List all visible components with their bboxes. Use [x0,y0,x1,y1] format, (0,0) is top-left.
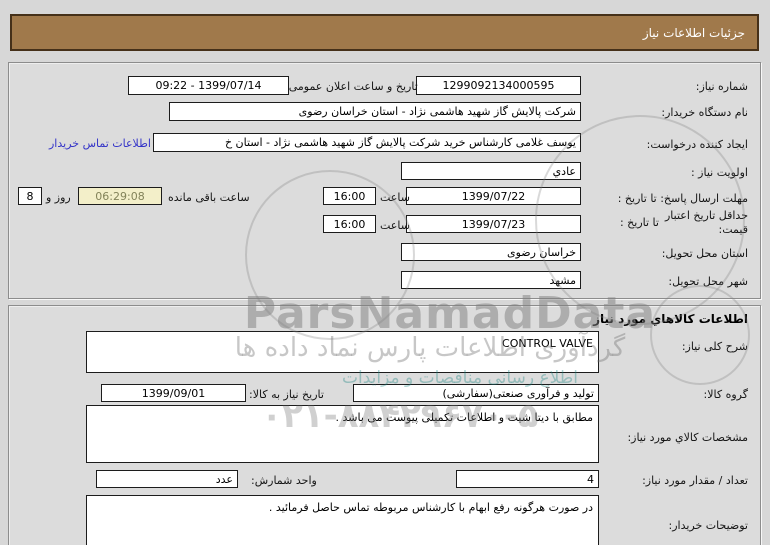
general-description-label: شرح کلی نیاز: [681,340,748,353]
deadline-time-field[interactable]: 16:00 [323,187,376,205]
deadline-label: مهلت ارسال پاسخ: تا تاریخ : [617,192,748,205]
province-label: استان محل تحویل: [661,247,748,260]
quantity-field[interactable]: 4 [456,470,599,488]
buyer-org-label: نام دستگاه خریدار: [661,106,748,119]
general-description-field[interactable]: CONTROL VALVE [86,331,599,373]
countdown-timer: 06:29:08 [78,187,162,205]
announce-datetime-label: تاریخ و ساعت اعلان عمومی: [285,80,418,93]
price-validity-label: حداقل تاریخ اعتبار قیمت: تا تاریخ : [620,209,748,237]
quantity-label: تعداد / مقدار مورد نیاز: [642,474,748,487]
buyer-contact-link[interactable]: اطلاعات تماس خریدار [49,137,151,150]
deadline-hour-label: ساعت [380,191,410,204]
province-field[interactable]: خراسان رضوی [401,243,581,261]
need-date-label: تاریخ نیاز به کالا: [249,388,324,401]
buyer-notes-label: توضیحات خریدار: [668,519,749,532]
priority-field[interactable]: عادي [401,162,581,180]
price-validity-hour-label: ساعت [380,219,410,232]
specs-label: مشخصات کالاي مورد نیاز: [627,431,748,444]
need-number-label: شماره نیاز: [695,80,748,93]
price-validity-label-main: حداقل تاریخ اعتبار قیمت: [664,209,748,236]
goods-group-label: گروه کالا: [703,388,748,401]
goods-section-header: اطلاعات کالاهاي مورد نیاز [593,312,748,326]
title-bar: جزئیات اطلاعات نیاز [10,14,759,51]
need-info-panel: شماره نیاز: نام دستگاه خریدار: ایجاد کنن… [8,62,761,299]
goods-info-panel: اطلاعات کالاهاي مورد نیاز شرح کلی نیاز: … [8,305,761,545]
creator-label: ایجاد کننده درخواست: [646,138,748,151]
page-title: جزئیات اطلاعات نیاز [642,25,745,40]
goods-group-field[interactable]: تولید و فرآوری صنعتی(سفارشی) [353,384,599,402]
count-unit-label: واحد شمارش: [251,474,317,487]
need-details-page: جزئیات اطلاعات نیاز شماره نیاز: نام دستگ… [0,0,770,545]
price-validity-until-label: تا تاریخ : [619,216,659,229]
priority-label: اولویت نیاز : [690,166,748,179]
city-field[interactable]: مشهد [401,271,581,289]
creator-field[interactable]: یوسف غلامی کارشناس خرید شرکت پالایش گاز … [153,133,581,152]
need-number-field[interactable]: 1299092134000595 [416,76,581,95]
need-date-field[interactable]: 1399/09/01 [101,384,246,402]
remaining-days-field[interactable]: 8 [18,187,42,205]
days-and-label: روز و [46,191,71,204]
deadline-date-field[interactable]: 1399/07/22 [406,187,581,205]
count-unit-field[interactable]: عدد [96,470,238,488]
hours-remaining-label: ساعت باقی مانده [168,191,250,204]
price-validity-time-field[interactable]: 16:00 [323,215,376,233]
city-label: شهر محل تحویل: [668,275,748,288]
price-validity-date-field[interactable]: 1399/07/23 [406,215,581,233]
buyer-notes-field[interactable]: در صورت هرگونه رفع ابهام با کارشناس مربو… [86,495,599,545]
announce-datetime-field[interactable]: 09:22 - 1399/07/14 [128,76,289,95]
buyer-org-field[interactable]: شرکت پالایش گاز شهید هاشمی نژاد - استان … [169,102,581,121]
specs-field[interactable]: مطابق با دیتا شیت و اطلاعات تکمیلی پیوست… [86,405,599,463]
